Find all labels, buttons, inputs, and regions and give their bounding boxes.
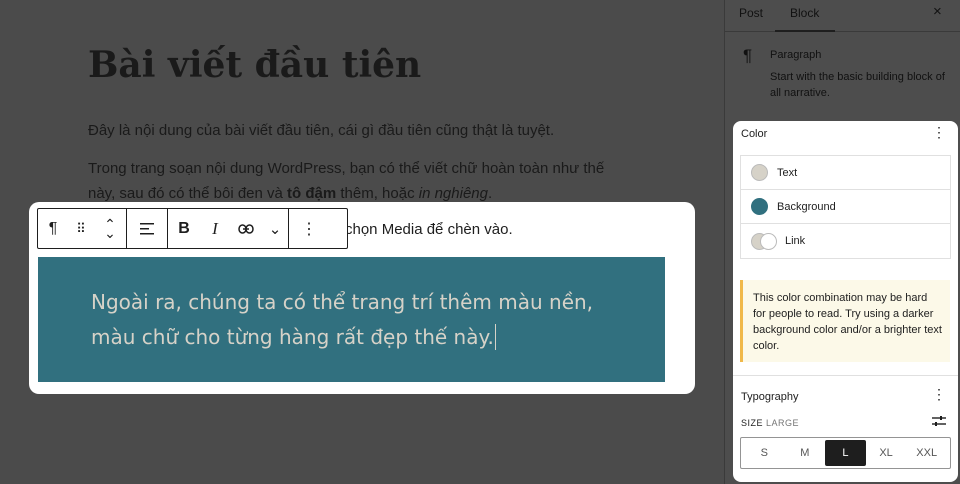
chevron-down-icon[interactable]: ⌄ xyxy=(262,209,288,248)
font-size-label: SIZE LARGE xyxy=(741,418,799,428)
bold-text: tô đậm xyxy=(287,185,337,202)
custom-size-settings-icon[interactable] xyxy=(932,415,946,427)
italic-icon[interactable]: I xyxy=(200,209,230,248)
link-icon[interactable] xyxy=(230,209,262,248)
block-card-title: Paragraph xyxy=(770,49,822,61)
paragraph-block[interactable]: Đây là nội dung của bài viết đầu tiên, c… xyxy=(88,118,628,143)
block-toolbar: ¶ ⠿ ⌃ ⌄ B I ⌄ ⋮ xyxy=(37,208,348,249)
paragraph-text: . xyxy=(487,185,493,202)
contrast-warning-notice: This color combination may be hard for p… xyxy=(740,280,950,362)
italic-text: in nghiêng xyxy=(418,185,488,202)
color-options-icon[interactable]: ⋮ xyxy=(932,125,946,139)
selected-paragraph-block[interactable]: Ngoài ra, chúng ta có thể trang trí thêm… xyxy=(38,257,665,382)
font-size-current: LARGE xyxy=(766,418,800,428)
color-swatch xyxy=(751,164,768,181)
color-swatch xyxy=(751,232,779,250)
paragraph-text: này, sau đó có thể bôi đen và xyxy=(88,185,288,202)
color-item-text[interactable]: Text xyxy=(741,156,950,190)
block-toolbar-group-format: B I ⌄ xyxy=(168,209,289,248)
paragraph-text: Trong trang soạn nội dung WordPress, bạn… xyxy=(88,160,605,177)
paragraph-text: thêm, hoặc xyxy=(336,185,419,202)
color-item-link[interactable]: Link xyxy=(741,224,950,258)
typography-panel-title: Typography xyxy=(741,391,799,403)
drag-handle-icon[interactable]: ⠿ xyxy=(68,209,94,248)
inspector-panel: Color ⋮ Text Background Link This color … xyxy=(733,121,958,482)
font-size-option-xxl[interactable]: XXL xyxy=(906,440,947,466)
font-size-option-xl[interactable]: XL xyxy=(866,440,907,466)
panel-divider xyxy=(733,375,958,376)
move-up-down-icon[interactable]: ⌃ ⌄ xyxy=(94,209,126,248)
text-caret xyxy=(494,324,496,350)
close-icon[interactable]: × xyxy=(933,3,942,20)
paragraph-text: Ngoài ra, chúng ta có thể trang trí thêm… xyxy=(91,290,594,349)
font-size-option-m[interactable]: M xyxy=(785,440,826,466)
font-size-option-s[interactable]: S xyxy=(744,440,785,466)
more-options-icon[interactable]: ⋮ xyxy=(289,209,329,248)
selected-paragraph-text[interactable]: Ngoài ra, chúng ta có thể trang trí thêm… xyxy=(91,285,611,355)
color-item-label: Link xyxy=(785,235,806,247)
block-card-description: Start with the basic building block of a… xyxy=(770,71,945,99)
block-toolbar-group-block: ¶ ⠿ ⌃ ⌄ xyxy=(38,209,127,248)
color-item-label: Background xyxy=(777,200,836,213)
chevron-down-icon[interactable]: ⌄ xyxy=(104,226,116,240)
align-left-icon[interactable] xyxy=(127,209,167,248)
color-item-label: Text xyxy=(777,166,798,179)
bold-icon[interactable]: B xyxy=(168,209,200,248)
font-size-picker: S M L XL XXL xyxy=(740,437,951,469)
pilcrow-icon[interactable]: ¶ xyxy=(38,209,68,248)
block-toolbar-group-align xyxy=(127,209,168,248)
block-toolbar-group-options: ⋮ xyxy=(289,209,329,248)
post-title[interactable]: Bài viết đầu tiên xyxy=(88,44,421,86)
sidebar-tabs: Post Block × xyxy=(725,0,960,32)
font-size-label-text: SIZE xyxy=(741,418,764,428)
typography-options-icon[interactable]: ⋮ xyxy=(932,387,946,401)
paragraph-block[interactable]: chọn Media để chèn vào. xyxy=(345,217,513,242)
color-item-background[interactable]: Background xyxy=(741,190,950,224)
active-tab-indicator xyxy=(775,30,835,32)
font-size-option-l[interactable]: L xyxy=(825,440,866,466)
pilcrow-icon: ¶ xyxy=(743,46,753,65)
tab-post[interactable]: Post xyxy=(739,6,763,20)
editor-canvas: Bài viết đầu tiên Đây là nội dung của bà… xyxy=(0,0,724,484)
color-swatch xyxy=(751,198,768,215)
paragraph-block[interactable]: Trong trang soạn nội dung WordPress, bạn… xyxy=(88,156,628,206)
color-panel-title: Color xyxy=(741,128,768,140)
color-settings-list: Text Background Link xyxy=(740,155,951,259)
tab-block[interactable]: Block xyxy=(790,6,819,20)
settings-sidebar: Post Block × ¶ Paragraph Start with the … xyxy=(724,0,960,484)
